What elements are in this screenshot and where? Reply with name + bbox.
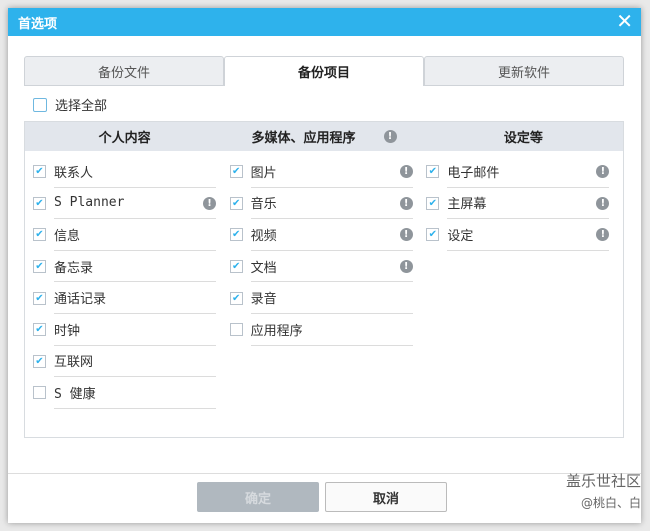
select-all[interactable]: 选择全部 — [33, 95, 107, 114]
tab-bar: 备份文件 备份项目 更新软件 — [24, 56, 624, 86]
backup-item[interactable]: ✔ 录音 — [229, 282, 413, 314]
info-icon[interactable]: ! — [399, 228, 413, 242]
item-checkbox[interactable]: ✔ — [426, 196, 440, 210]
item-checkbox[interactable]: ✔ — [33, 291, 46, 305]
backup-item[interactable]: 应用程序 — [229, 314, 413, 346]
item-checkbox[interactable]: ✔ — [33, 354, 46, 368]
item-column: ✔ 图片! ✔ 音乐! ✔ 视频! ✔ 文档! ✔ 录音 应用程序 — [229, 151, 427, 409]
item-column: ✔ 电子邮件! ✔ 主屏幕! ✔ 设定! — [426, 151, 623, 409]
item-columns: ✔ 联系人 ✔ S Planner! ✔ 信息 ✔ 备忘录 ✔ 通话记录 ✔ 时钟 ✔ 互联网 S 健康 ✔ 图… — [25, 151, 623, 409]
info-icon[interactable]: ! — [203, 196, 216, 210]
item-checkbox[interactable]: ✔ — [33, 165, 46, 179]
item-label: 时钟 — [54, 314, 216, 346]
item-label: 文档 — [250, 251, 413, 283]
backup-item[interactable]: ✔ 视频! — [229, 219, 413, 251]
backup-item[interactable]: ✔ 文档! — [229, 251, 413, 283]
backup-item[interactable]: ✔ 互联网 — [33, 346, 216, 378]
backup-item[interactable]: ✔ 信息 — [33, 219, 216, 251]
cancel-button[interactable]: 取消 — [325, 482, 447, 512]
item-checkbox[interactable] — [229, 323, 243, 337]
item-checkbox[interactable]: ✔ — [426, 165, 440, 179]
item-checkbox[interactable]: ✔ — [33, 228, 46, 242]
backup-item[interactable]: ✔ 图片! — [229, 156, 413, 188]
info-icon[interactable]: ! — [383, 130, 397, 143]
item-checkbox[interactable]: ✔ — [33, 260, 46, 274]
backup-item[interactable]: ✔ 联系人 — [33, 156, 216, 188]
dialog-title: 首选项 — [18, 16, 58, 32]
item-label: 互联网 — [54, 346, 216, 378]
item-checkbox[interactable]: ✔ — [426, 228, 440, 242]
panel-header: 个人内容 多媒体、应用程序! 设定等 — [25, 122, 623, 151]
footer-divider — [8, 473, 641, 474]
watermark-author: @桃白、白 — [580, 496, 641, 510]
column-header-label: 多媒体、应用程序 — [251, 131, 356, 146]
backup-item[interactable]: ✔ 时钟 — [33, 314, 216, 346]
item-label: 电子邮件 — [447, 156, 610, 188]
item-label: 联系人 — [54, 156, 216, 188]
item-checkbox[interactable]: ✔ — [229, 228, 243, 242]
backup-item[interactable]: ✔ 备忘录 — [33, 251, 216, 283]
backup-item[interactable]: ✔ 电子邮件! — [426, 156, 610, 188]
preferences-dialog: 首选项 ✕ 备份文件 备份项目 更新软件 选择全部 个人内容 多媒体、应用程序! 设… — [8, 8, 641, 523]
item-label: 音乐 — [250, 188, 413, 220]
column-header: 个人内容 — [25, 122, 224, 151]
tab-backup-files[interactable]: 备份文件 — [24, 56, 224, 86]
select-all-label: 选择全部 — [55, 99, 108, 114]
backup-items-panel: 个人内容 多媒体、应用程序! 设定等 ✔ 联系人 ✔ S Planner! ✔ 信息 ✔ 备忘录 ✔… — [24, 121, 624, 438]
item-label: 应用程序 — [250, 314, 413, 346]
item-checkbox[interactable]: ✔ — [229, 291, 243, 305]
backup-item[interactable]: ✔ 音乐! — [229, 188, 413, 220]
item-label: 主屏幕 — [447, 188, 610, 220]
backup-item[interactable]: ✔ S Planner! — [33, 188, 216, 220]
tab-update-software[interactable]: 更新软件 — [424, 56, 624, 86]
item-checkbox[interactable]: ✔ — [229, 196, 243, 210]
item-checkbox[interactable]: ✔ — [33, 323, 46, 337]
item-checkbox[interactable] — [33, 386, 46, 400]
item-checkbox[interactable]: ✔ — [33, 196, 46, 210]
item-label: 图片 — [250, 156, 413, 188]
backup-item[interactable]: S 健康 — [33, 377, 216, 409]
item-column: ✔ 联系人 ✔ S Planner! ✔ 信息 ✔ 备忘录 ✔ 通话记录 ✔ 时钟 ✔ 互联网 S 健康 — [33, 151, 230, 409]
item-label: S Planner — [54, 188, 216, 220]
item-label: 通话记录 — [54, 282, 216, 314]
item-label: 信息 — [54, 219, 216, 251]
ok-button[interactable]: 确定 — [197, 482, 319, 512]
item-checkbox[interactable]: ✔ — [229, 260, 243, 274]
backup-item[interactable]: ✔ 通话记录 — [33, 282, 216, 314]
item-checkbox[interactable]: ✔ — [229, 165, 243, 179]
tab-backup-items[interactable]: 备份项目 — [224, 56, 424, 86]
item-label: 录音 — [250, 282, 413, 314]
info-icon[interactable]: ! — [399, 196, 413, 210]
column-header: 设定等 — [424, 122, 623, 151]
select-all-checkbox[interactable] — [33, 97, 47, 112]
column-header-label: 个人内容 — [98, 131, 151, 146]
info-icon[interactable]: ! — [399, 259, 413, 273]
item-label: 设定 — [447, 219, 610, 251]
backup-item[interactable]: ✔ 主屏幕! — [426, 188, 610, 220]
item-label: 视频 — [250, 219, 413, 251]
item-label: 备忘录 — [54, 251, 216, 283]
info-icon[interactable]: ! — [399, 165, 413, 178]
column-header: 多媒体、应用程序! — [224, 122, 423, 151]
close-icon[interactable]: ✕ — [616, 11, 633, 31]
backup-item[interactable]: ✔ 设定! — [426, 219, 610, 251]
title-bar: 首选项 ✕ — [8, 8, 641, 36]
item-label: S 健康 — [54, 377, 216, 409]
column-header-label: 设定等 — [503, 131, 543, 146]
watermark: 盖乐世社区 — [565, 472, 641, 490]
info-icon[interactable]: ! — [596, 196, 610, 210]
